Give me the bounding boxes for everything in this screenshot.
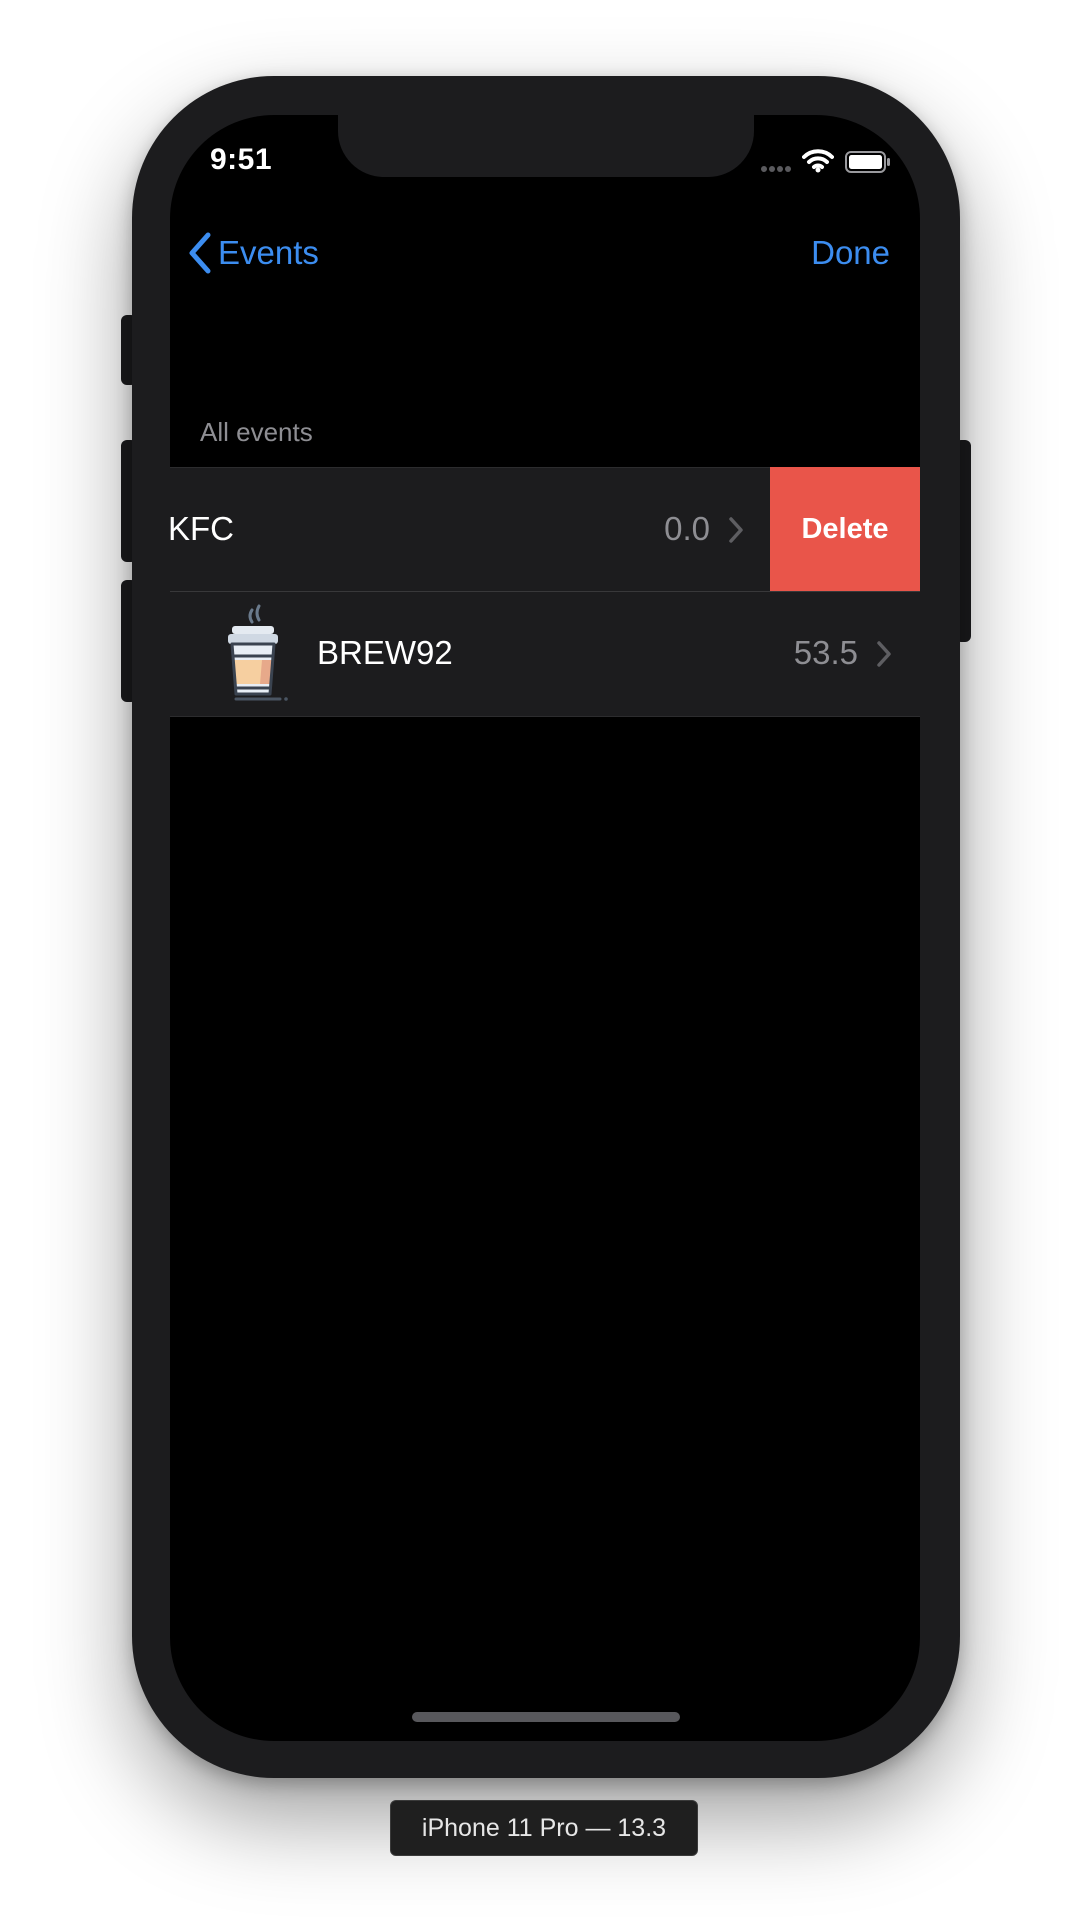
- device-caption: iPhone 11 Pro — 13.3: [390, 1800, 698, 1856]
- delete-button[interactable]: Delete: [770, 467, 920, 591]
- notch: [338, 115, 754, 177]
- simulator-stage: 9:51 Events Done All events KFC 0.0 Dele…: [0, 0, 1090, 1928]
- coffee-cup-icon: [228, 604, 288, 701]
- status-time: 9:51: [210, 143, 273, 176]
- cellular-signal-icon: [761, 166, 791, 172]
- device-screen: 9:51 Events Done All events KFC 0.0 Dele…: [170, 115, 920, 1741]
- done-button[interactable]: Done: [811, 225, 890, 281]
- battery-icon: [845, 151, 890, 173]
- event-title: KFC: [170, 510, 234, 547]
- back-button[interactable]: Events: [186, 225, 319, 281]
- home-indicator[interactable]: [412, 1712, 680, 1722]
- event-value: 53.5: [793, 634, 858, 671]
- event-value: 0.0: [664, 510, 710, 547]
- event-title: BREW92: [317, 634, 453, 671]
- chevron-right-icon: [877, 641, 891, 667]
- event-row-brew92[interactable]: BREW92 53.5: [170, 592, 920, 716]
- chevron-left-icon: [189, 232, 211, 274]
- wifi-icon: [802, 149, 834, 173]
- row-separator: [170, 716, 920, 717]
- back-button-label: Events: [218, 234, 319, 271]
- section-header: All events: [200, 417, 313, 447]
- chevron-right-icon: [729, 517, 743, 543]
